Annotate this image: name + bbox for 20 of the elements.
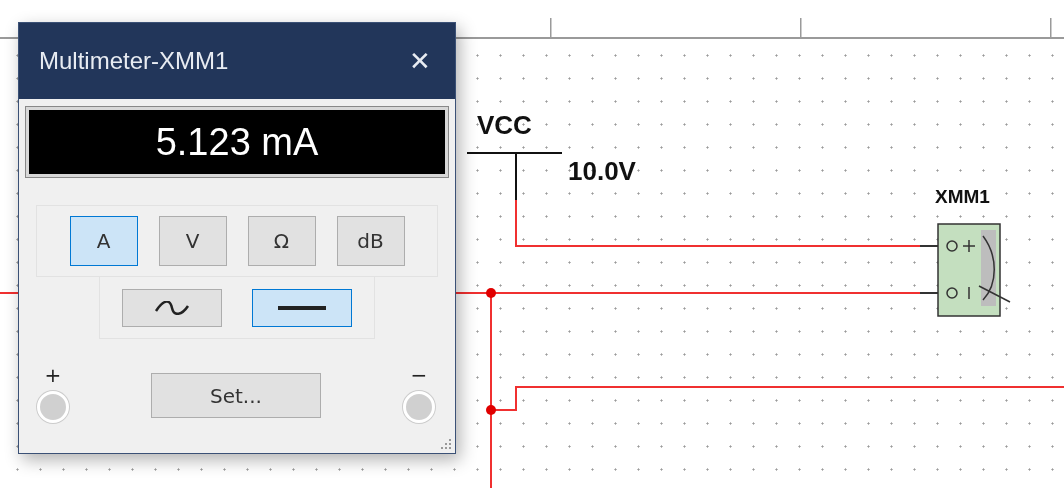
ac-button[interactable] (122, 288, 222, 327)
multimeter-symbol-drawing[interactable] (920, 223, 1011, 317)
junction-dot (486, 405, 496, 415)
instrument-label: XMM1 (935, 187, 990, 206)
dc-button[interactable] (252, 288, 352, 327)
resize-grip-icon[interactable] (439, 437, 453, 451)
set-button[interactable]: Set... (151, 373, 321, 418)
mode-button[interactable]: Ω (247, 216, 316, 266)
mode-button[interactable]: V (158, 216, 227, 266)
close-button[interactable]: ✕ (405, 45, 435, 77)
terminal-label: + (44, 365, 62, 385)
mode-button[interactable]: A (69, 216, 138, 266)
junction-dot (486, 288, 496, 298)
sine-wave-icon (154, 300, 190, 315)
supply-voltage: 10.0V (568, 158, 636, 184)
supply-name: VCC (477, 112, 532, 138)
mode-button[interactable]: dB (336, 216, 405, 266)
window-title: Multimeter-XMM1 (39, 47, 229, 75)
reading-value: 5.123 mA (155, 120, 319, 164)
terminal-label: − (410, 365, 428, 385)
